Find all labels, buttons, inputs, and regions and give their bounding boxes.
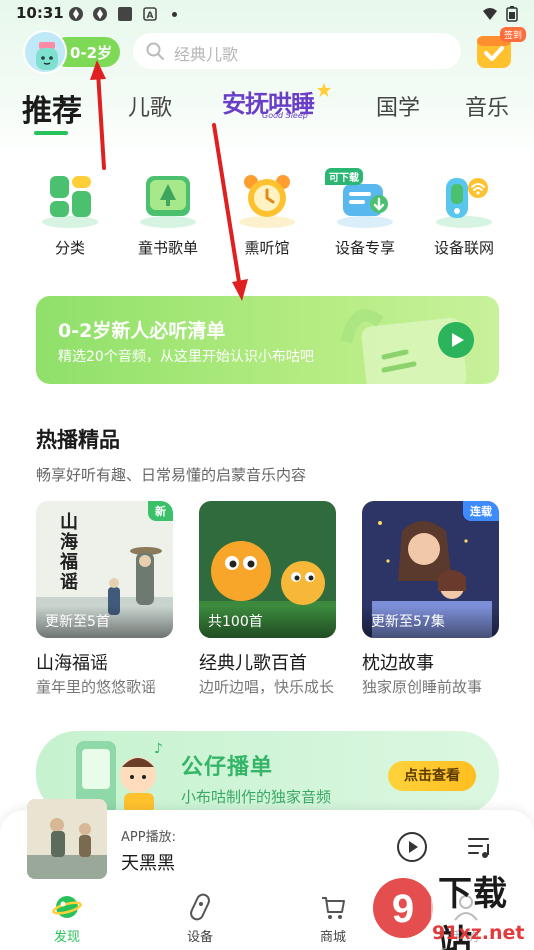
album-desc: 边听边唱，快乐成长 xyxy=(199,678,335,696)
avatar[interactable] xyxy=(23,30,67,74)
album-cover-calligraphy: 山海福谣 xyxy=(60,512,78,593)
album-cover: 山海福谣 更新至5首 新 xyxy=(36,501,173,638)
tab-recommend[interactable]: 推荐 xyxy=(22,86,82,130)
quick-item-label: 分类 xyxy=(54,239,85,257)
app-notification-icon xyxy=(69,7,83,21)
album-meta: 共100首 xyxy=(208,614,263,630)
status-bar: 10:31 A xyxy=(0,0,534,28)
nav-device[interactable]: 设备 xyxy=(170,892,230,945)
star-icon xyxy=(317,83,331,97)
serial-badge: 连载 xyxy=(463,501,499,521)
book-playlist-icon xyxy=(140,176,196,228)
tab-nursery-rhymes[interactable]: 儿歌 xyxy=(128,90,172,122)
quick-item-label: 设备联网 xyxy=(433,239,494,257)
nav-label: 设备 xyxy=(186,930,213,945)
tab-music[interactable]: 音乐 xyxy=(465,90,509,122)
cart-icon xyxy=(322,897,345,919)
now-playing-cover-art xyxy=(27,799,107,879)
square-notification-icon xyxy=(118,7,132,21)
album-cover: 共100首 xyxy=(199,501,336,638)
watermark-url: 91xz.net xyxy=(432,922,525,944)
status-time: 10:31 xyxy=(16,4,64,22)
planet-icon xyxy=(52,896,82,918)
album-desc: 童年里的悠悠歌谣 xyxy=(36,678,157,696)
notification-dot xyxy=(172,12,177,17)
tab-sleep-sublabel: Good Sleep xyxy=(262,111,308,120)
new-badge: 新 xyxy=(148,501,173,521)
now-playing-cover[interactable] xyxy=(27,799,107,879)
banner-title: 0-2岁新人必听清单 xyxy=(58,320,226,342)
player-title: 天黑黑 xyxy=(121,853,175,874)
wifi-icon xyxy=(483,8,497,20)
banner-subtitle: 精选20个音频，从这里开始认识小布咕吧 xyxy=(58,349,314,365)
svg-text:9: 9 xyxy=(392,887,414,931)
search-placeholder[interactable]: 经典儿歌 xyxy=(174,41,238,65)
nav-store[interactable]: 商城 xyxy=(303,892,363,945)
album-meta: 更新至5首 xyxy=(45,614,110,630)
playlist-title: 公仔播单 xyxy=(181,755,274,780)
newcomer-playlist-banner[interactable]: 0-2岁新人必听清单 精选20个音频，从这里开始认识小布咕吧 xyxy=(36,296,499,384)
banner-decoration xyxy=(340,309,467,384)
tab-classics[interactable]: 国学 xyxy=(376,90,420,122)
tab-active-indicator xyxy=(34,131,68,135)
quick-item-listening-hall[interactable]: 熏听馆 xyxy=(227,170,307,260)
svg-text:♪: ♪ xyxy=(154,741,163,757)
device-wifi-icon xyxy=(436,178,492,228)
player-source: APP播放: xyxy=(121,830,176,845)
app-notification-icon xyxy=(93,7,107,21)
view-button[interactable]: 点击查看 xyxy=(388,761,476,791)
tab-sleep[interactable]: 安抚哄睡 Good Sleep xyxy=(222,83,334,126)
nav-discover[interactable]: 发现 xyxy=(37,892,97,945)
category-icon xyxy=(42,176,98,228)
album-title: 经典儿歌百首 xyxy=(199,653,307,674)
album-meta: 更新至57集 xyxy=(371,614,445,630)
quick-item-label: 设备专享 xyxy=(334,239,395,257)
a-notification-icon: A xyxy=(143,7,157,21)
play-icon[interactable] xyxy=(396,831,428,863)
quick-item-label: 熏听馆 xyxy=(244,239,290,257)
checkin-badge: 签到 xyxy=(500,27,527,42)
nav-label: 发现 xyxy=(53,930,80,945)
playlist-icon[interactable] xyxy=(466,833,494,861)
album-title: 枕边故事 xyxy=(362,653,434,674)
quick-item-book-playlist[interactable]: 童书歌单 xyxy=(128,170,208,260)
quick-item-label: 童书歌单 xyxy=(137,239,198,257)
age-label[interactable]: 0-2岁 xyxy=(70,42,112,63)
album-desc: 独家原创睡前故事 xyxy=(362,678,483,696)
quick-item-device-exclusive[interactable]: 可下载 设备专享 xyxy=(325,168,405,260)
search-icon xyxy=(146,42,164,60)
album-cover: 更新至57集 连载 xyxy=(362,501,499,638)
svg-text:A: A xyxy=(147,11,154,21)
section-title: 热播精品 xyxy=(36,428,120,452)
quick-item-category[interactable]: 分类 xyxy=(30,170,110,260)
playlist-subtitle: 小布咕制作的独家音频 xyxy=(181,788,332,806)
nav-label: 商城 xyxy=(319,930,346,945)
battery-icon xyxy=(506,6,518,22)
section-subtitle: 畅享好听有趣、日常易懂的启蒙音乐内容 xyxy=(36,466,307,484)
alarm-clock-icon xyxy=(239,175,295,228)
album-title: 山海福谣 xyxy=(36,653,108,674)
download-tag: 可下载 xyxy=(325,168,363,185)
play-icon[interactable] xyxy=(438,322,474,358)
device-icon xyxy=(190,893,210,921)
quick-item-device-network[interactable]: 设备联网 xyxy=(424,170,504,260)
